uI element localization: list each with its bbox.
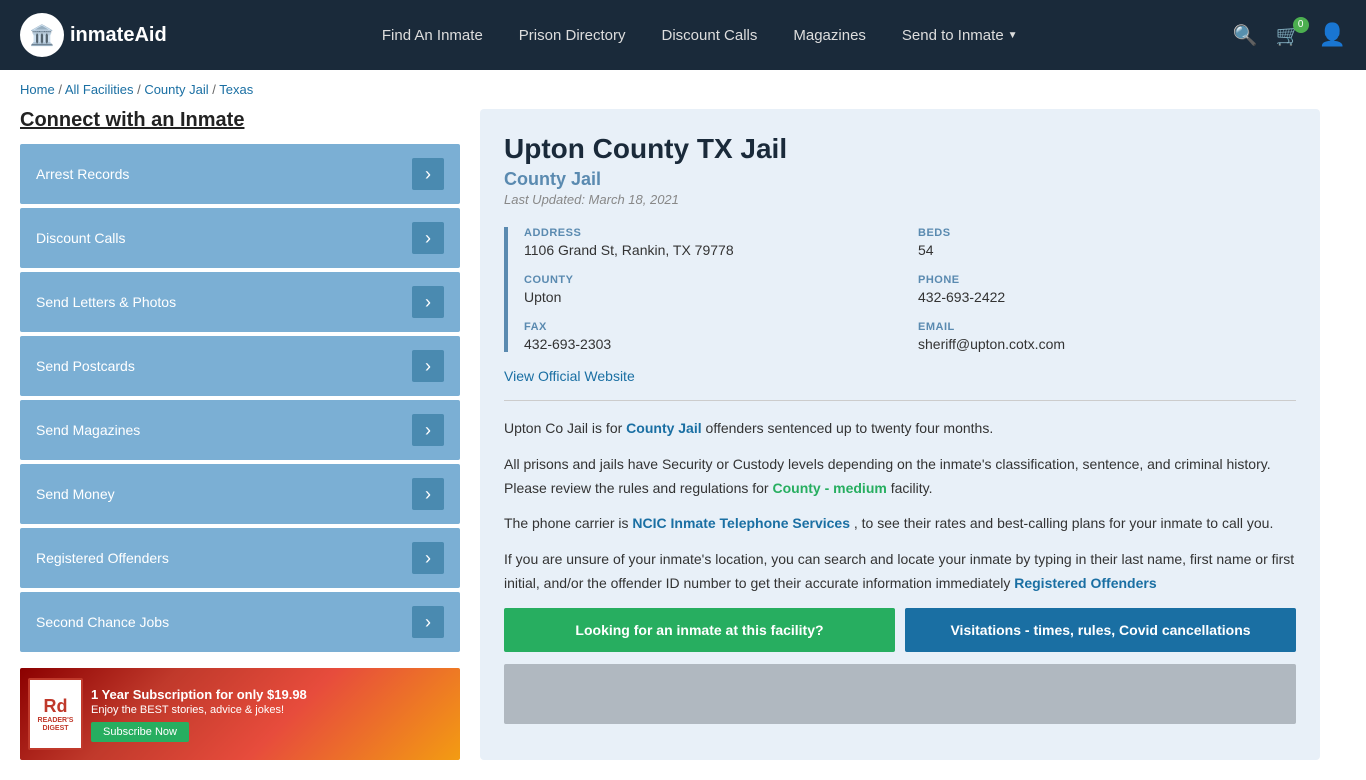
facility-last-updated: Last Updated: March 18, 2021 bbox=[504, 192, 1296, 207]
ncic-link[interactable]: NCIC Inmate Telephone Services bbox=[632, 515, 850, 531]
breadcrumb-county-jail[interactable]: County Jail bbox=[144, 82, 208, 97]
description-4: If you are unsure of your inmate's locat… bbox=[504, 548, 1296, 596]
sidebar-arrow-send-postcards: › bbox=[412, 350, 444, 382]
sidebar-label-send-magazines: Send Magazines bbox=[36, 422, 140, 438]
beds-label: BEDS bbox=[918, 227, 1296, 239]
phone-value: 432-693-2422 bbox=[918, 289, 1296, 305]
sidebar-item-second-chance-jobs[interactable]: Second Chance Jobs › bbox=[20, 592, 460, 652]
facility-title: Upton County TX Jail bbox=[504, 133, 1296, 165]
sidebar-label-registered-offenders: Registered Offenders bbox=[36, 550, 169, 566]
sidebar-item-discount-calls[interactable]: Discount Calls › bbox=[20, 208, 460, 268]
logo-icon: 🏛️ bbox=[20, 13, 64, 57]
ad-subscribe-button[interactable]: Subscribe Now bbox=[91, 722, 189, 742]
sidebar-label-send-letters: Send Letters & Photos bbox=[36, 294, 176, 310]
facility-descriptions: Upton Co Jail is for County Jail offende… bbox=[504, 417, 1296, 596]
view-official-website-link[interactable]: View Official Website bbox=[504, 368, 635, 384]
breadcrumb-texas[interactable]: Texas bbox=[219, 82, 253, 97]
sidebar-arrow-send-money: › bbox=[412, 478, 444, 510]
sidebar-item-send-letters[interactable]: Send Letters & Photos › bbox=[20, 272, 460, 332]
beds-value: 54 bbox=[918, 242, 1296, 258]
user-icon[interactable]: 👤 bbox=[1319, 22, 1346, 48]
header: 🏛️ inmateAid Find An Inmate Prison Direc… bbox=[0, 0, 1366, 70]
fax-value: 432-693-2303 bbox=[524, 336, 902, 352]
county-label: COUNTY bbox=[524, 274, 902, 286]
nav-send-to-inmate[interactable]: Send to Inmate ▼ bbox=[902, 27, 1018, 44]
sidebar-label-discount-calls: Discount Calls bbox=[36, 230, 125, 246]
sidebar-label-send-money: Send Money bbox=[36, 486, 115, 502]
cart-button[interactable]: 🛒 0 bbox=[1276, 23, 1301, 48]
header-actions: 🔍 🛒 0 👤 bbox=[1233, 22, 1346, 48]
beds-block: BEDS 54 bbox=[918, 227, 1296, 258]
sidebar-item-send-money[interactable]: Send Money › bbox=[20, 464, 460, 524]
nav-prison-directory[interactable]: Prison Directory bbox=[519, 27, 626, 44]
description-3: The phone carrier is NCIC Inmate Telepho… bbox=[504, 512, 1296, 536]
cart-badge: 0 bbox=[1293, 17, 1309, 33]
main-layout: Connect with an Inmate Arrest Records › … bbox=[0, 109, 1340, 780]
sidebar-arrow-discount-calls: › bbox=[412, 222, 444, 254]
ad-text-block: 1 Year Subscription for only $19.98 Enjo… bbox=[91, 687, 307, 742]
county-value: Upton bbox=[524, 289, 902, 305]
main-nav: Find An Inmate Prison Directory Discount… bbox=[187, 27, 1213, 44]
nav-discount-calls[interactable]: Discount Calls bbox=[662, 27, 758, 44]
facility-content: Upton County TX Jail County Jail Last Up… bbox=[480, 109, 1320, 760]
nav-find-inmate[interactable]: Find An Inmate bbox=[382, 27, 483, 44]
bottom-preview-section bbox=[504, 664, 1296, 724]
county-medium-link[interactable]: County - medium bbox=[772, 480, 886, 496]
breadcrumb: Home / All Facilities / County Jail / Te… bbox=[0, 70, 1366, 109]
sidebar-arrow-registered-offenders: › bbox=[412, 542, 444, 574]
sidebar-item-send-postcards[interactable]: Send Postcards › bbox=[20, 336, 460, 396]
sidebar-item-arrest-records[interactable]: Arrest Records › bbox=[20, 144, 460, 204]
fax-label: FAX bbox=[524, 321, 902, 333]
phone-label: PHONE bbox=[918, 274, 1296, 286]
address-block: ADDRESS 1106 Grand St, Rankin, TX 79778 bbox=[524, 227, 902, 258]
action-buttons: Looking for an inmate at this facility? … bbox=[504, 608, 1296, 652]
ad-banner[interactable]: Rd READER'S DIGEST 1 Year Subscription f… bbox=[20, 668, 460, 760]
visitations-button[interactable]: Visitations - times, rules, Covid cancel… bbox=[905, 608, 1296, 652]
logo-text: inmateAid bbox=[70, 24, 167, 47]
sidebar-arrow-arrest-records: › bbox=[412, 158, 444, 190]
sidebar-menu: Arrest Records › Discount Calls › Send L… bbox=[20, 144, 460, 652]
ad-subtext: Enjoy the BEST stories, advice & jokes! bbox=[91, 704, 307, 716]
looking-for-inmate-button[interactable]: Looking for an inmate at this facility? bbox=[504, 608, 895, 652]
ad-rd-icon: Rd READER'S DIGEST bbox=[28, 678, 83, 750]
address-label: ADDRESS bbox=[524, 227, 902, 239]
facility-info-grid: ADDRESS 1106 Grand St, Rankin, TX 79778 … bbox=[504, 227, 1296, 352]
sidebar-label-send-postcards: Send Postcards bbox=[36, 358, 135, 374]
phone-block: PHONE 432-693-2422 bbox=[918, 274, 1296, 305]
county-jail-link-1[interactable]: County Jail bbox=[626, 420, 701, 436]
facility-type: County Jail bbox=[504, 169, 1296, 190]
registered-offenders-link[interactable]: Registered Offenders bbox=[1014, 575, 1156, 591]
email-value: sheriff@upton.cotx.com bbox=[918, 336, 1296, 352]
sidebar-arrow-send-letters: › bbox=[412, 286, 444, 318]
breadcrumb-all-facilities[interactable]: All Facilities bbox=[65, 82, 134, 97]
email-label: EMAIL bbox=[918, 321, 1296, 333]
breadcrumb-home[interactable]: Home bbox=[20, 82, 55, 97]
sidebar-item-send-magazines[interactable]: Send Magazines › bbox=[20, 400, 460, 460]
description-2: All prisons and jails have Security or C… bbox=[504, 453, 1296, 501]
sidebar-arrow-second-chance-jobs: › bbox=[412, 606, 444, 638]
sidebar: Connect with an Inmate Arrest Records › … bbox=[20, 109, 460, 760]
fax-block: FAX 432-693-2303 bbox=[524, 321, 902, 352]
email-block: EMAIL sheriff@upton.cotx.com bbox=[918, 321, 1296, 352]
sidebar-arrow-send-magazines: › bbox=[412, 414, 444, 446]
connect-title: Connect with an Inmate bbox=[20, 109, 460, 132]
description-1: Upton Co Jail is for County Jail offende… bbox=[504, 417, 1296, 441]
nav-magazines[interactable]: Magazines bbox=[793, 27, 866, 44]
dropdown-arrow-icon: ▼ bbox=[1008, 30, 1018, 41]
address-value: 1106 Grand St, Rankin, TX 79778 bbox=[524, 242, 902, 258]
info-divider bbox=[504, 400, 1296, 401]
sidebar-label-second-chance-jobs: Second Chance Jobs bbox=[36, 614, 169, 630]
county-block: COUNTY Upton bbox=[524, 274, 902, 305]
sidebar-label-arrest-records: Arrest Records bbox=[36, 166, 129, 182]
search-icon[interactable]: 🔍 bbox=[1233, 23, 1258, 48]
logo[interactable]: 🏛️ inmateAid bbox=[20, 13, 167, 57]
ad-headline: 1 Year Subscription for only $19.98 bbox=[91, 687, 307, 702]
sidebar-item-registered-offenders[interactable]: Registered Offenders › bbox=[20, 528, 460, 588]
